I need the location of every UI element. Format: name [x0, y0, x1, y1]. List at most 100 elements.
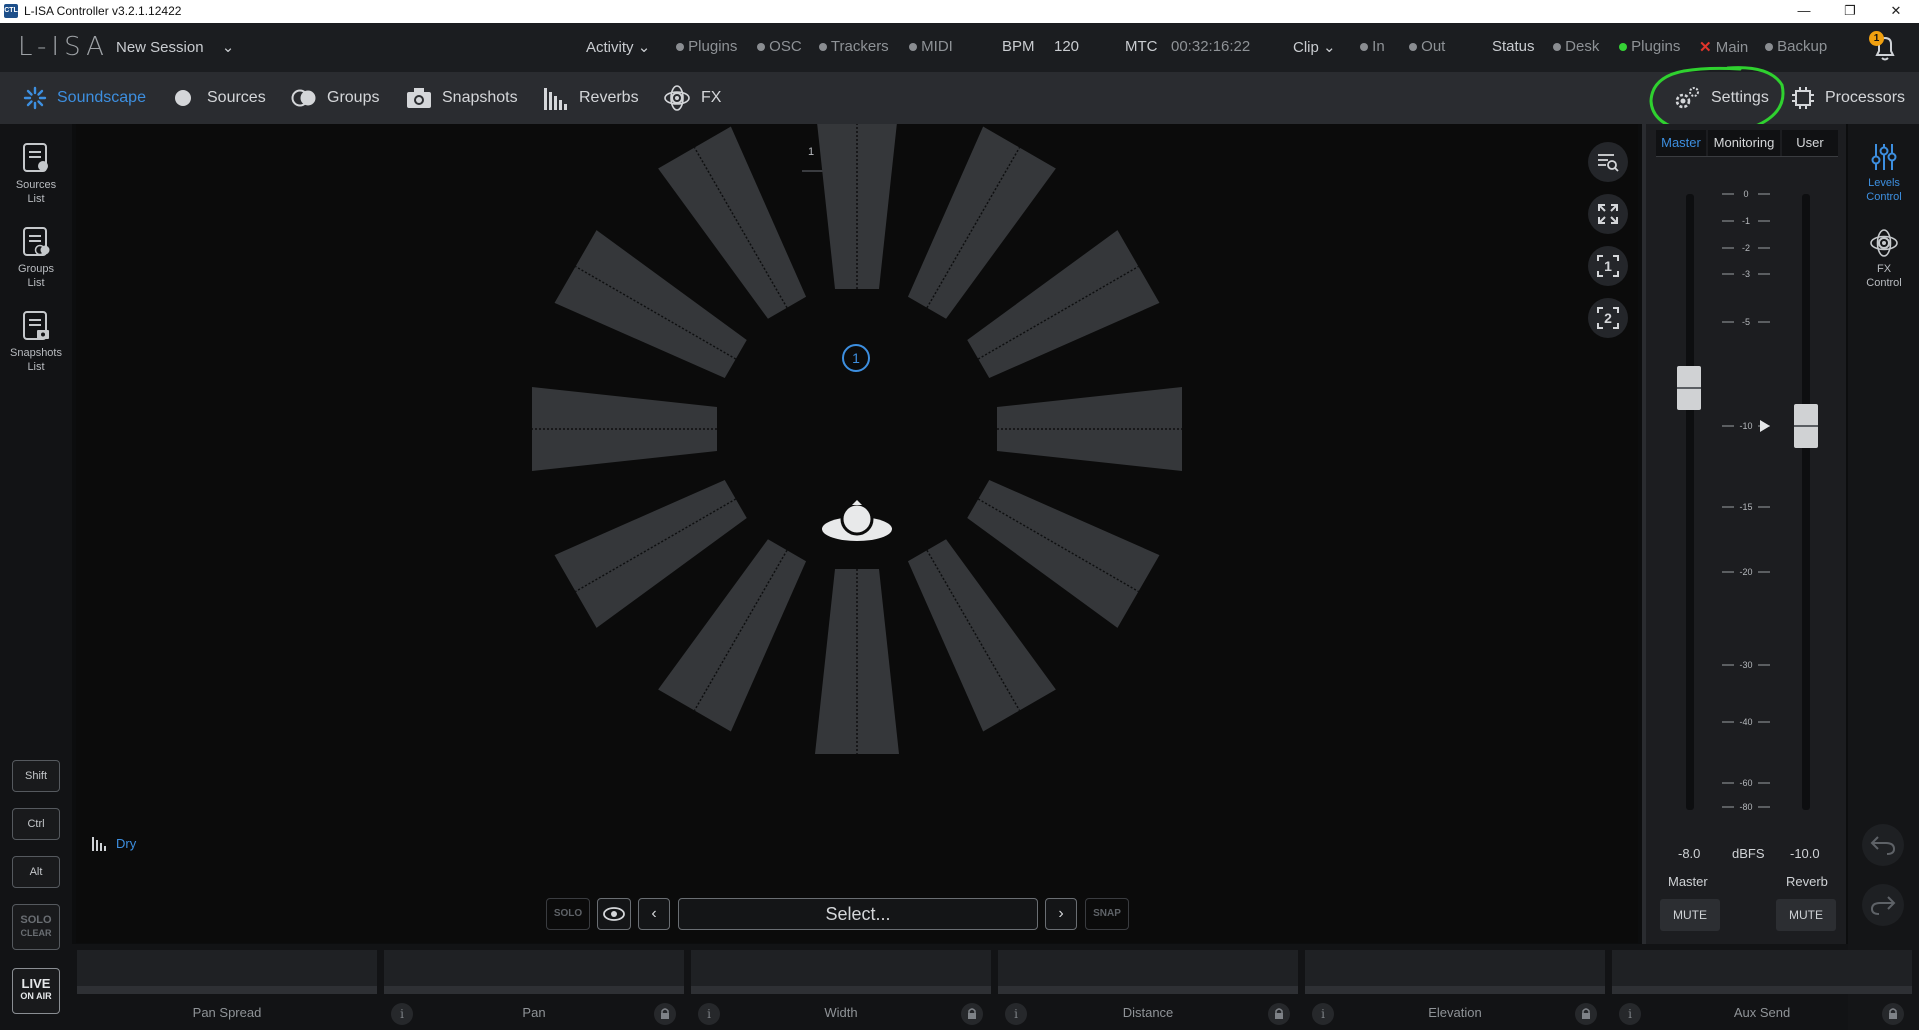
- master-label: Master: [1668, 874, 1708, 889]
- processors-label: Processors: [1825, 89, 1906, 106]
- fx-control-button[interactable]: FX Control: [1848, 228, 1919, 290]
- lock-icon: [1275, 1008, 1283, 1019]
- tab-sources[interactable]: Sources: [175, 72, 266, 124]
- speaker-zone: [658, 126, 807, 319]
- aux-send-slider[interactable]: [1612, 950, 1912, 994]
- close-button[interactable]: ✕: [1873, 0, 1919, 23]
- tab-reverbs[interactable]: Reverbs: [543, 72, 639, 124]
- visibility-button[interactable]: [597, 898, 631, 930]
- elevation-slider[interactable]: [1305, 950, 1605, 994]
- clip-dropdown[interactable]: Clip ⌄: [1293, 38, 1336, 56]
- status-backup: Backup: [1765, 38, 1827, 55]
- groups-list-icon: [23, 227, 50, 256]
- session-selector[interactable]: New Session ⌄: [116, 38, 234, 56]
- groups-list-button[interactable]: Groups List: [0, 226, 72, 290]
- sources-list-button[interactable]: Sources List: [0, 142, 72, 206]
- svg-text:2: 2: [1604, 310, 1612, 326]
- undo-button[interactable]: [1862, 824, 1904, 866]
- status-label: Status: [1492, 38, 1535, 55]
- reverb-bars-icon: [92, 836, 106, 851]
- distance-lock-button[interactable]: [1268, 1003, 1290, 1025]
- search-list-button[interactable]: [1588, 142, 1628, 182]
- bpm-value[interactable]: 120: [1054, 38, 1079, 55]
- status-dot: [909, 43, 917, 51]
- chevron-left-icon: ‹: [651, 905, 657, 922]
- next-button[interactable]: ›: [1045, 898, 1077, 930]
- redo-icon: [1870, 896, 1896, 915]
- reverb-mute-button[interactable]: MUTE: [1776, 899, 1836, 931]
- distance-info-button[interactable]: i: [1005, 1003, 1027, 1025]
- db-scale-tick: -15: [1722, 502, 1770, 512]
- width-slider[interactable]: [691, 950, 991, 994]
- speaker-zone: [554, 230, 747, 379]
- speaker-zone: [967, 230, 1160, 379]
- db-scale-tick: -1: [1722, 216, 1770, 226]
- source-select[interactable]: Select...: [678, 898, 1038, 930]
- levels-control-button[interactable]: Levels Control: [1848, 142, 1919, 204]
- previous-button[interactable]: ‹: [638, 898, 670, 930]
- ctrl-key-button[interactable]: Ctrl: [12, 808, 60, 840]
- db-scale-tick: -30: [1722, 660, 1770, 670]
- status-desk: Desk: [1553, 38, 1599, 55]
- lisa-logo: L-ISA: [18, 32, 109, 62]
- tab-sources-label: Sources: [207, 89, 266, 106]
- live-on-air-button[interactable]: LIVE ON AIR: [12, 968, 60, 1014]
- dry-toggle[interactable]: Dry: [92, 836, 136, 851]
- fx-control-label: FX: [1876, 263, 1892, 275]
- elevation-lock-button[interactable]: [1575, 1003, 1597, 1025]
- aux-send-info-button[interactable]: i: [1619, 1003, 1641, 1025]
- pan-slider[interactable]: [384, 950, 684, 994]
- list-search-icon: [1598, 154, 1619, 172]
- tab-groups[interactable]: Groups: [291, 72, 379, 124]
- main-navbar: Soundscape Sources Groups Snapshots Reve…: [0, 66, 1919, 134]
- master-mute-button[interactable]: MUTE: [1660, 899, 1720, 931]
- fx-icon: [1870, 229, 1898, 257]
- activity-dropdown[interactable]: Activity ⌄: [586, 38, 650, 56]
- status-dot: [1360, 43, 1368, 51]
- solo-button[interactable]: SOLO: [546, 898, 590, 930]
- width-info-button[interactable]: i: [698, 1003, 720, 1025]
- tab-soundscape[interactable]: Soundscape: [23, 72, 146, 124]
- tab-fx[interactable]: FX: [663, 72, 721, 124]
- pan-info-button[interactable]: i: [391, 1003, 413, 1025]
- shift-key-button[interactable]: Shift: [12, 760, 60, 792]
- levels-control-label-2: Control: [1866, 191, 1902, 203]
- pan-lock-button[interactable]: [654, 1003, 676, 1025]
- status-main: ✕ Main: [1699, 38, 1748, 56]
- activity-midi: MIDI: [909, 38, 953, 55]
- undo-icon: [1870, 836, 1896, 855]
- redo-button[interactable]: [1862, 884, 1904, 926]
- status-desk-label: Desk: [1565, 38, 1600, 55]
- processors-button[interactable]: Processors: [1791, 72, 1905, 124]
- maximize-button[interactable]: ❐: [1827, 0, 1873, 23]
- db-scale-label: 0: [1743, 189, 1748, 199]
- source-marker[interactable]: 1: [842, 344, 870, 372]
- view-1-button[interactable]: 1: [1588, 246, 1628, 286]
- db-scale-label: -30: [1739, 660, 1752, 670]
- activity-osc-label: OSC: [769, 38, 802, 55]
- alt-key-button[interactable]: Alt: [12, 856, 60, 888]
- elevation-info-button[interactable]: i: [1312, 1003, 1334, 1025]
- groups-list-label-2: List: [27, 277, 45, 289]
- view-two-icon: 2: [1597, 307, 1619, 329]
- mtc-value: 00:32:16:22: [1171, 38, 1251, 55]
- left-sidebar: Sources List Groups List Snapshots List …: [0, 124, 72, 1030]
- soundscape-stage[interactable]: 1 2 1 1 2 Dry: [76, 124, 1638, 879]
- snapshots-list-button[interactable]: Snapshots List: [0, 310, 72, 374]
- aux-send-lock-button[interactable]: [1882, 1003, 1904, 1025]
- snap-button[interactable]: SNAP: [1085, 898, 1129, 930]
- tab-snapshots[interactable]: Snapshots: [406, 72, 518, 124]
- status-dot: [676, 43, 684, 51]
- pan-spread-slider[interactable]: [77, 950, 377, 994]
- notifications-button[interactable]: 1: [1867, 29, 1903, 65]
- view-2-button[interactable]: 2: [1588, 298, 1628, 338]
- distance-slider[interactable]: [998, 950, 1298, 994]
- solo-clear-button[interactable]: SOLO CLEAR: [12, 904, 60, 950]
- chevron-right-icon: ›: [1058, 905, 1064, 922]
- minimize-button[interactable]: —: [1781, 0, 1827, 23]
- activity-trackers: Trackers: [819, 38, 889, 55]
- width-lock-button[interactable]: [961, 1003, 983, 1025]
- db-scale-label: -40: [1739, 717, 1752, 727]
- sources-list-label: Sources: [15, 179, 57, 191]
- fullscreen-button[interactable]: [1588, 194, 1628, 234]
